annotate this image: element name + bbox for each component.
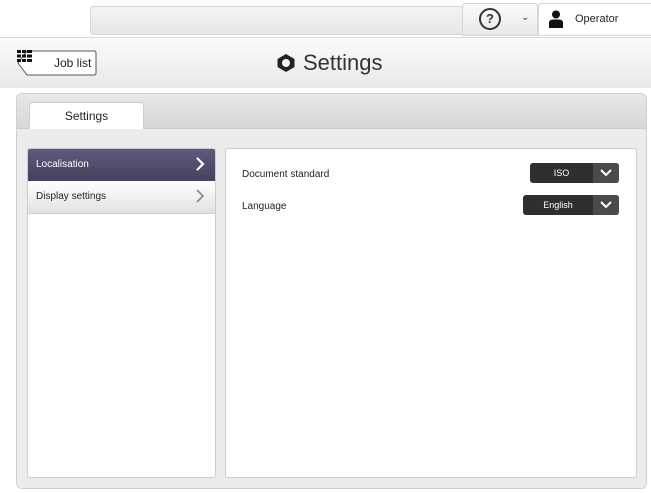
sidebar-item-label: Localisation — [36, 159, 89, 170]
page-title: Settings — [303, 50, 383, 75]
status-strip — [90, 6, 464, 35]
document-standard-select[interactable]: ISO — [530, 163, 619, 183]
dropdown-button[interactable] — [593, 163, 619, 183]
gear-icon — [277, 54, 295, 72]
settings-panel: Settings Localisation Display settings D… — [16, 93, 647, 489]
sidebar-item-label: Display settings — [36, 191, 107, 202]
tab-settings[interactable]: Settings — [29, 102, 144, 130]
sidebar-item-localisation[interactable]: Localisation — [28, 149, 215, 181]
sidebar-item-display-settings[interactable]: Display settings — [28, 181, 215, 214]
chevron-down-icon — [600, 169, 612, 177]
settings-sidebar: Localisation Display settings — [27, 148, 216, 478]
chevron-down-icon: ⌄ — [521, 12, 530, 23]
language-label: Language — [242, 201, 287, 212]
grid-icon — [17, 50, 32, 62]
user-label: Operator — [575, 13, 619, 25]
chevron-right-icon — [196, 157, 205, 171]
language-select[interactable]: English — [523, 195, 619, 215]
page-header: Job list Settings — [0, 38, 651, 88]
document-standard-label: Document standard — [242, 169, 330, 180]
localisation-settings: Document standard ISO Language English — [225, 148, 637, 478]
tab-bar: Settings — [17, 94, 646, 130]
document-standard-value: ISO — [553, 168, 570, 178]
top-status-bar: ? ⌄ Operator ⌄ — [0, 0, 651, 38]
chevron-right-icon — [196, 189, 205, 203]
user-icon — [549, 10, 563, 28]
language-value: English — [543, 200, 573, 210]
dropdown-button[interactable] — [593, 195, 619, 215]
user-menu-button[interactable]: Operator ⌄ — [538, 3, 651, 36]
chevron-down-icon — [600, 201, 612, 209]
job-list-label: Job list — [54, 56, 92, 70]
help-button[interactable]: ? ⌄ — [462, 3, 538, 36]
job-list-back-button[interactable]: Job list — [17, 50, 97, 76]
help-circle-icon: ? — [479, 8, 501, 30]
